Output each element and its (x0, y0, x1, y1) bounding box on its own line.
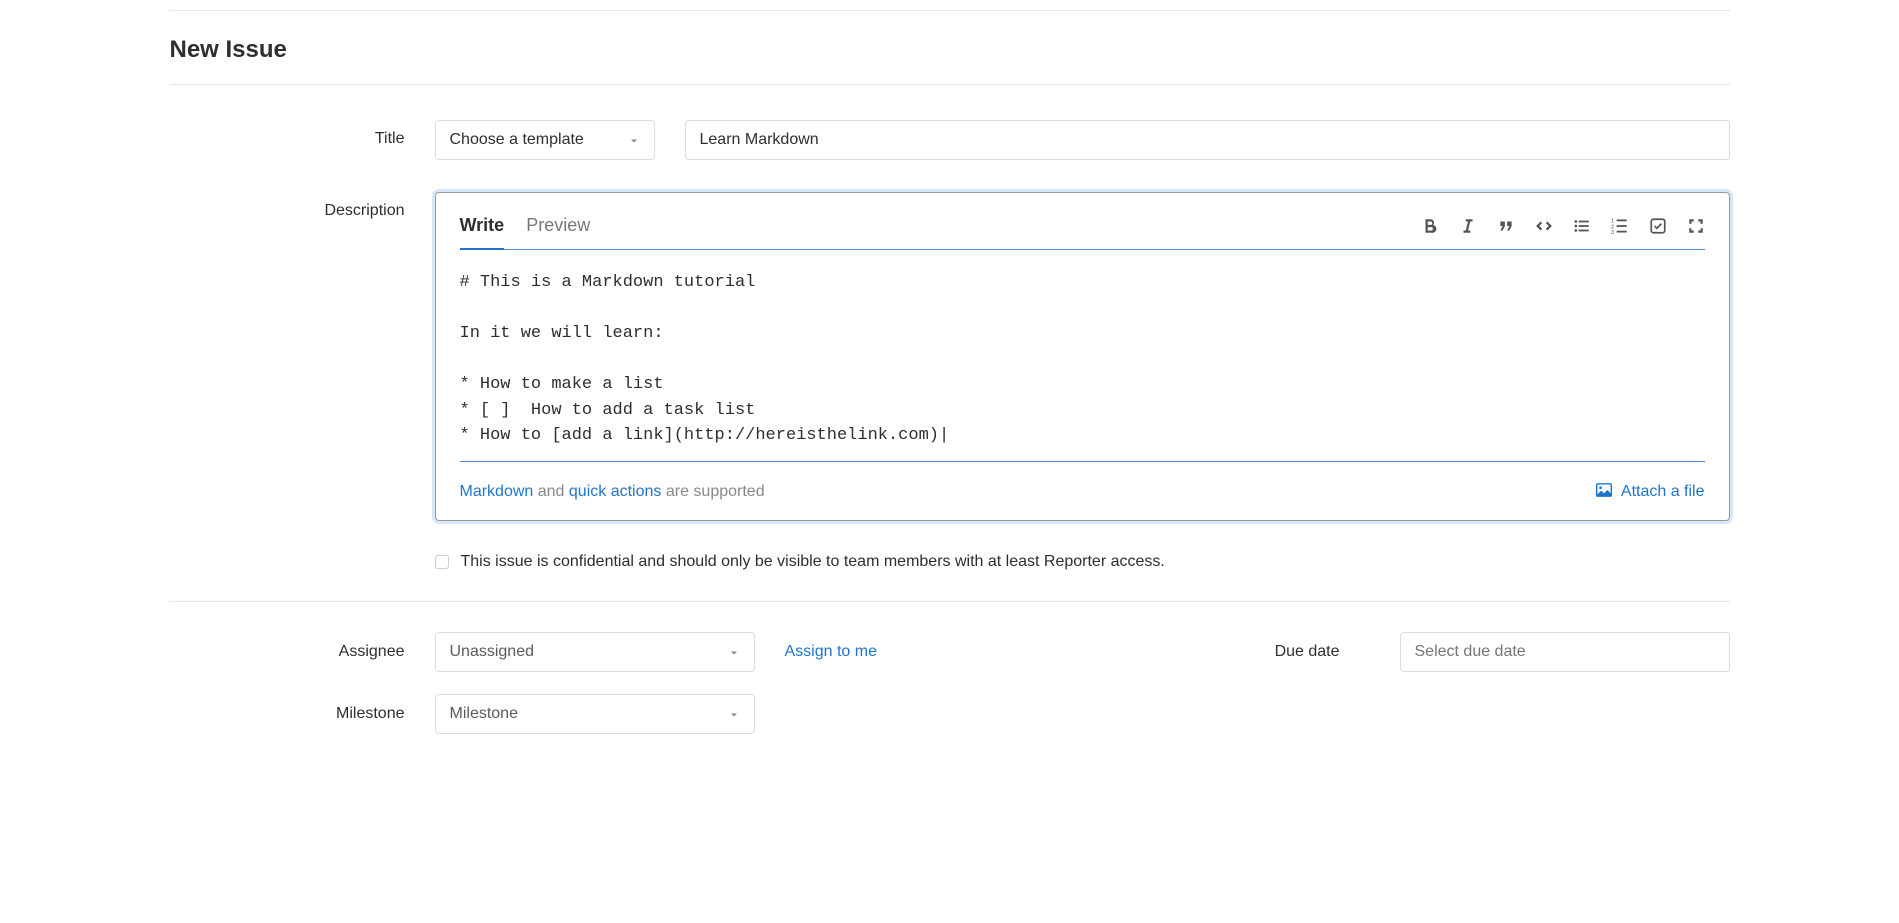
quick-actions-link[interactable]: quick actions (569, 483, 662, 500)
unordered-list-icon[interactable] (1573, 217, 1591, 235)
editor-footer-help: Markdown and quick actions are supported (460, 483, 765, 501)
milestone-dropdown-text: Milestone (450, 705, 518, 723)
confidential-checkbox[interactable] (435, 555, 449, 569)
description-editor: Write Preview (435, 192, 1730, 521)
confidential-label: This issue is confidential and should on… (461, 553, 1165, 571)
milestone-label: Milestone (170, 705, 435, 723)
milestone-dropdown[interactable]: Milestone (435, 694, 755, 734)
image-icon (1595, 481, 1613, 504)
description-textarea[interactable] (460, 250, 1705, 462)
assignee-dropdown[interactable]: Unassigned (435, 632, 755, 672)
description-label: Description (170, 192, 435, 220)
chevron-down-icon (728, 708, 740, 720)
description-row: Description Write Preview (170, 192, 1730, 521)
due-date-input[interactable] (1400, 632, 1730, 672)
tab-write[interactable]: Write (460, 211, 505, 251)
title-label: Title (170, 120, 435, 148)
code-icon[interactable] (1535, 217, 1553, 235)
template-dropdown-text: Choose a template (450, 131, 599, 149)
assignee-label: Assignee (170, 643, 435, 661)
bold-icon[interactable] (1421, 217, 1439, 235)
italic-icon[interactable] (1459, 217, 1477, 235)
quote-icon[interactable] (1497, 217, 1515, 235)
assignee-dropdown-text: Unassigned (450, 643, 535, 661)
markdown-link[interactable]: Markdown (460, 483, 534, 500)
title-row: Title Choose a template (170, 120, 1730, 160)
title-input[interactable] (685, 120, 1730, 160)
due-date-label: Due date (1275, 643, 1340, 661)
attach-file-button[interactable]: Attach a file (1595, 481, 1705, 504)
ordered-list-icon[interactable]: 123 (1611, 217, 1629, 235)
svg-text:3: 3 (1611, 230, 1614, 235)
assign-to-me-button[interactable]: Assign to me (785, 643, 877, 661)
chevron-down-icon (628, 134, 640, 146)
task-list-icon[interactable] (1649, 217, 1667, 235)
page-title: New Issue (170, 31, 1730, 84)
template-dropdown[interactable]: Choose a template (435, 120, 655, 160)
confidential-row: This issue is confidential and should on… (170, 553, 1730, 601)
tab-preview[interactable]: Preview (526, 211, 590, 249)
fullscreen-icon[interactable] (1687, 217, 1705, 235)
chevron-down-icon (728, 646, 740, 658)
attach-file-label: Attach a file (1621, 483, 1705, 501)
